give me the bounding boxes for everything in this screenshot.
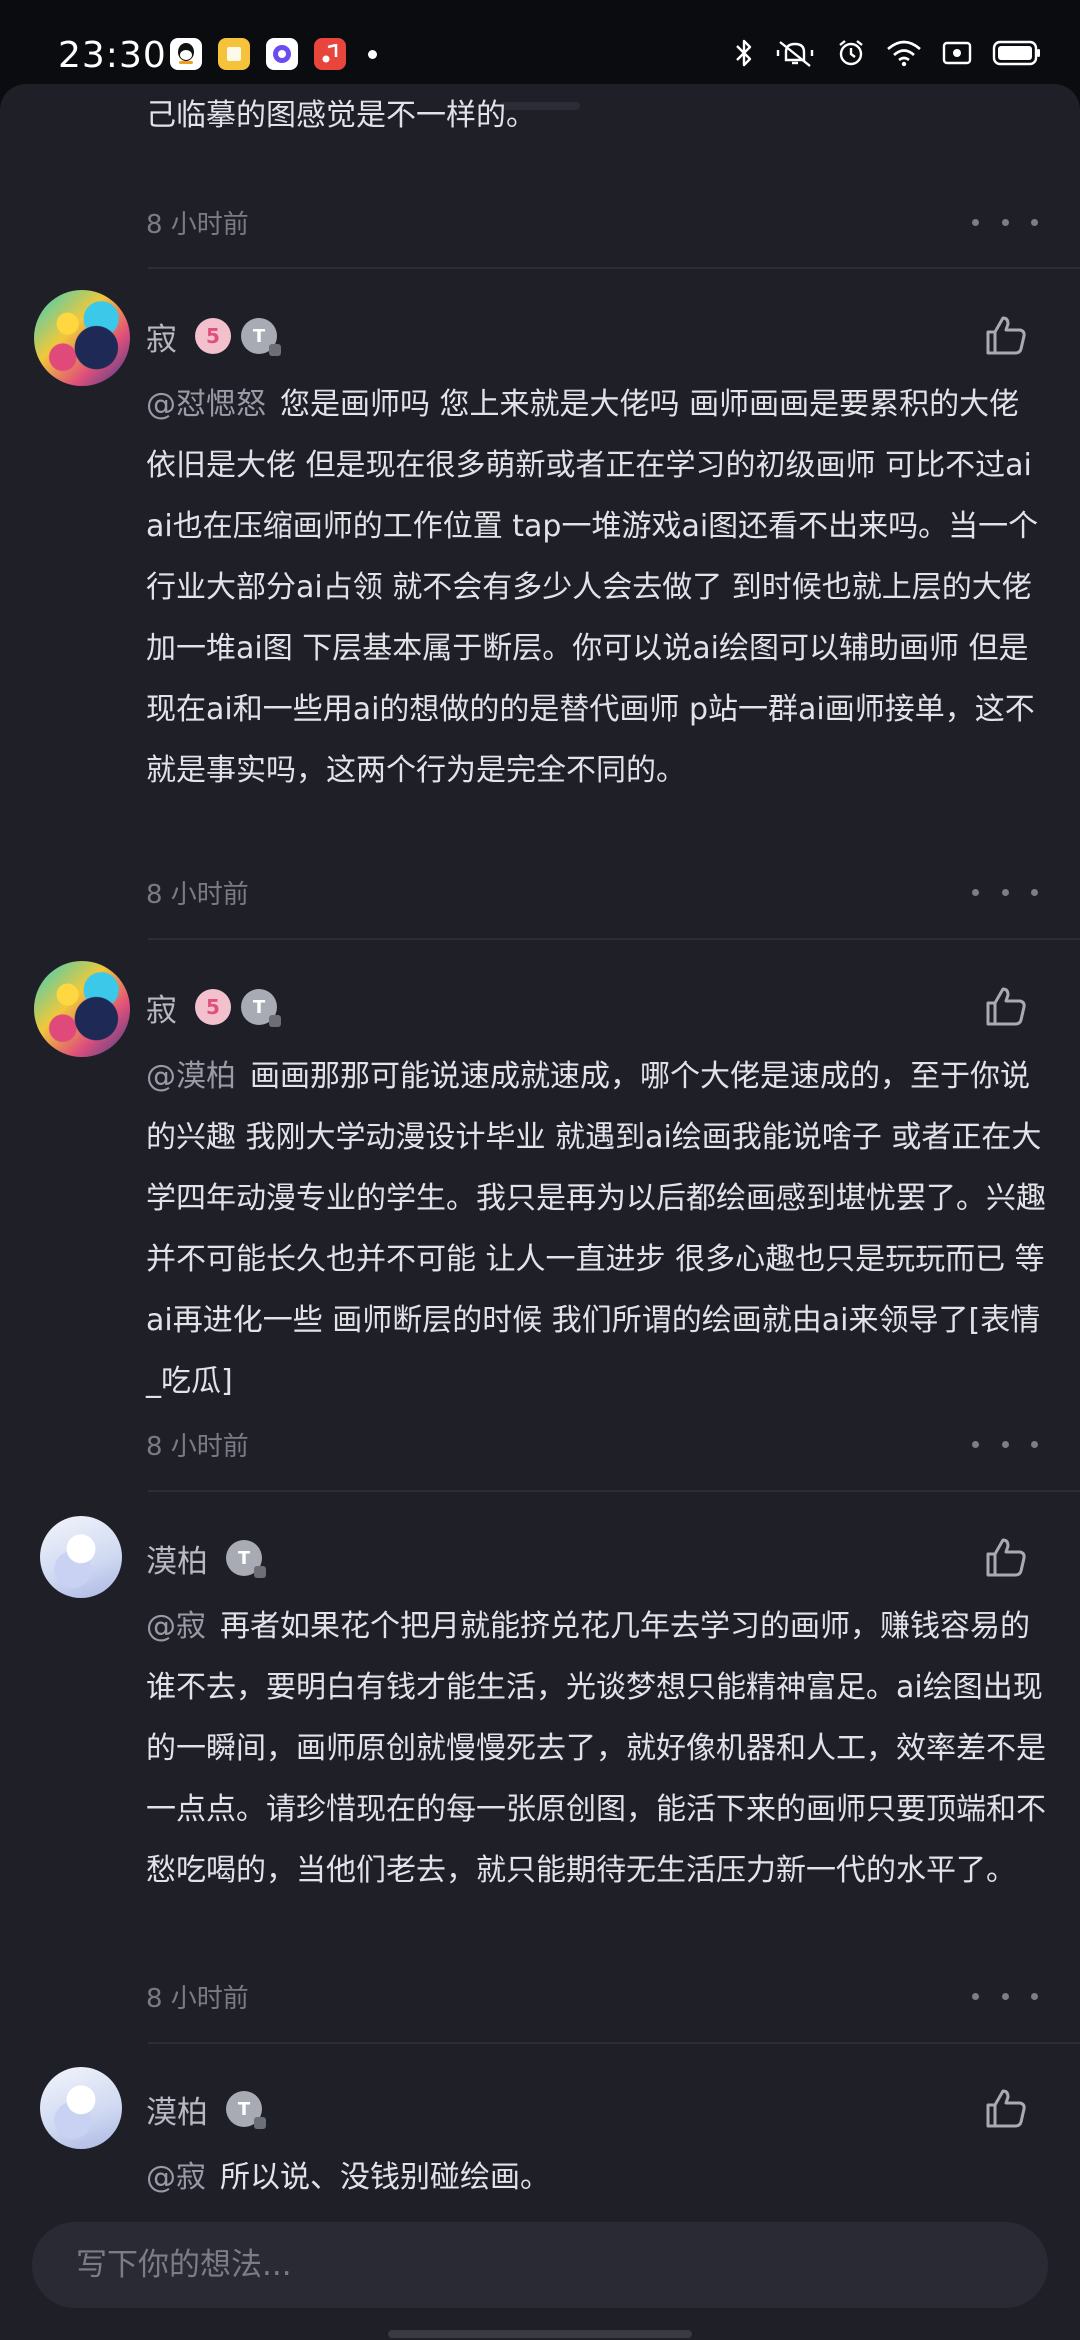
avatar[interactable] xyxy=(34,961,130,1057)
comment-time: 8 小时前 xyxy=(146,880,249,910)
comment-text: @漠柏 画画那那可能说速成就速成，哪个大佬是速成的，至于你说的兴趣 我刚大学动漫设… xyxy=(146,1046,1046,1412)
comment-text: @寂 所以说、没钱别碰绘画。 xyxy=(146,2147,1046,2208)
music-app-icon xyxy=(314,38,346,70)
comment-time: 8 小时前 xyxy=(146,1984,249,2014)
mention-link[interactable]: @漠柏 xyxy=(146,1059,236,1094)
comment-header: 漠柏 T xyxy=(146,1533,266,1583)
thumbs-up-icon[interactable] xyxy=(984,985,1028,1029)
user-type-badge: T xyxy=(241,989,281,1027)
comment-input-placeholder[interactable]: 写下你的想法... xyxy=(76,2222,292,2308)
divider xyxy=(148,938,1080,940)
user-type-badge: T xyxy=(226,2091,266,2129)
username[interactable]: 漠柏 xyxy=(146,2087,208,2132)
comment-text: 己临摹的图感觉是不一样的。 xyxy=(146,98,536,133)
username[interactable]: 寂 xyxy=(146,985,177,1030)
username[interactable]: 漠柏 xyxy=(146,1536,208,1581)
more-options-icon[interactable] xyxy=(972,882,1038,902)
status-app-icons xyxy=(170,38,377,70)
thumbs-up-icon[interactable] xyxy=(984,2087,1028,2131)
avatar[interactable] xyxy=(40,1516,122,1598)
comment-body: 所以说、没钱别碰绘画。 xyxy=(220,2160,550,2195)
user-type-badge: T xyxy=(226,1540,266,1578)
comment-body: 再者如果花个把月就能挤兑花几年去学习的画师，赚钱容易的谁不去，要明白有钱才能生活… xyxy=(146,1609,1046,1888)
comment-header: 寂 5 T xyxy=(146,311,281,361)
bluetooth-icon xyxy=(736,39,752,67)
thumbs-up-icon[interactable] xyxy=(984,314,1028,358)
thumbs-up-icon[interactable] xyxy=(984,1536,1028,1580)
browser-app-icon xyxy=(266,38,298,70)
status-time: 23:30 xyxy=(58,35,167,76)
level-badge: 5 xyxy=(195,989,231,1025)
avatar[interactable] xyxy=(40,2067,122,2149)
mention-link[interactable]: @寂 xyxy=(146,1609,206,1644)
mute-vibrate-icon xyxy=(776,41,814,67)
comment-input-bar[interactable]: 写下你的想法... xyxy=(32,2222,1048,2308)
level-badge: 5 xyxy=(195,318,231,354)
qq-icon xyxy=(170,38,202,70)
divider xyxy=(148,267,1080,269)
comment-body: 画画那那可能说速成就速成，哪个大佬是速成的，至于你说的兴趣 我刚大学动漫设计毕业… xyxy=(146,1059,1046,1399)
status-bar: 23:30 xyxy=(0,0,1080,84)
comment-header: 寂 5 T xyxy=(146,982,281,1032)
comment-time: 8 小时前 xyxy=(146,1432,249,1462)
user-type-badge: T xyxy=(241,318,281,356)
more-options-icon[interactable] xyxy=(972,1434,1038,1454)
divider xyxy=(148,1490,1080,1492)
mention-link[interactable]: @怼愢怒 xyxy=(146,387,266,422)
comment-header: 漠柏 T xyxy=(146,2084,266,2134)
username[interactable]: 寂 xyxy=(146,314,177,359)
more-notifications-dot xyxy=(368,49,377,59)
comment-body: 您是画师吗 您上来就是大佬吗 画师画画是要累积的大佬依旧是大佬 但是现在很多萌新… xyxy=(146,387,1039,788)
comment-time: 8 小时前 xyxy=(146,210,249,240)
battery-icon xyxy=(992,40,1040,66)
avatar[interactable] xyxy=(34,290,130,386)
notes-app-icon xyxy=(218,38,250,70)
more-options-icon[interactable] xyxy=(972,1986,1038,2006)
divider xyxy=(148,2042,1080,2044)
status-indicators xyxy=(734,38,1042,68)
alarm-icon xyxy=(839,40,863,66)
wifi-icon xyxy=(887,40,921,67)
comments-sheet[interactable]: 己临摹的图感觉是不一样的。 8 小时前 寂 5 T @怼愢怒 您是画师吗 您上来就… xyxy=(0,84,1080,2340)
home-indicator[interactable] xyxy=(388,2330,692,2338)
comment-text: @寂 再者如果花个把月就能挤兑花几年去学习的画师，赚钱容易的谁不去，要明白有钱才能… xyxy=(146,1596,1046,1901)
more-options-icon[interactable] xyxy=(972,212,1038,232)
comment-text: @怼愢怒 您是画师吗 您上来就是大佬吗 画师画画是要累积的大佬依旧是大佬 但是现在… xyxy=(146,374,1046,801)
mention-link[interactable]: @寂 xyxy=(146,2160,206,2195)
screen-record-icon xyxy=(942,41,972,65)
